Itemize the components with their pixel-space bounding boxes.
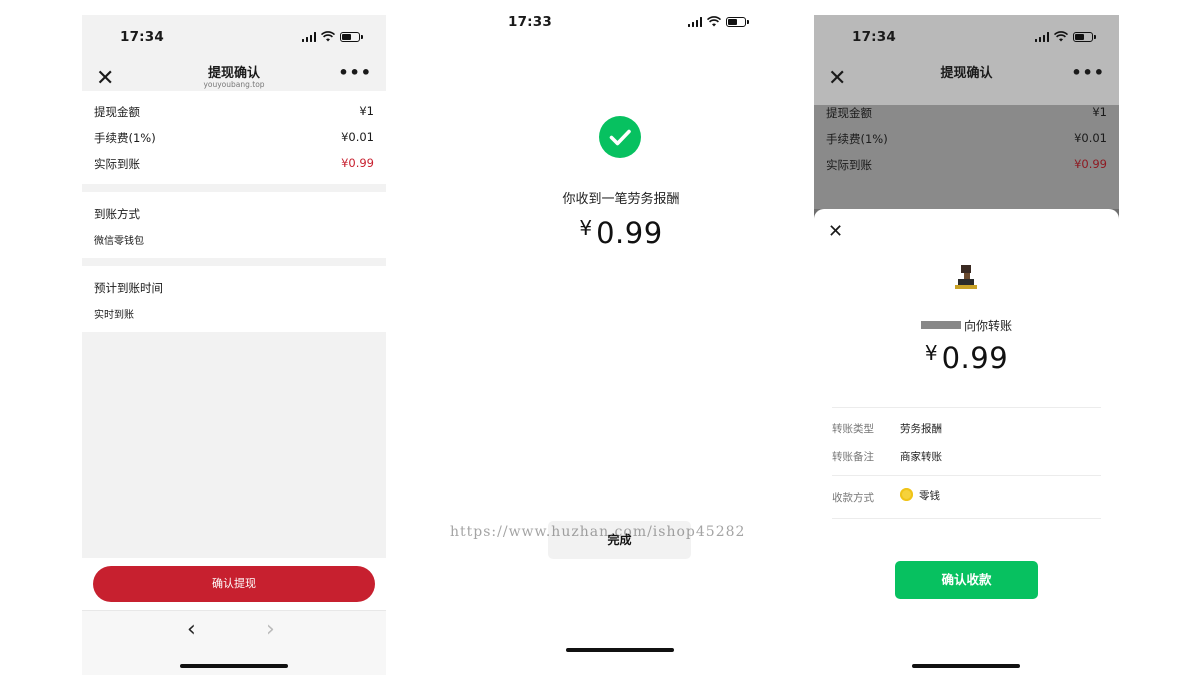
- nav-bar: ✕ 提现确认 •••: [814, 59, 1119, 105]
- amount-value: 0.99: [941, 341, 1009, 375]
- confirm-receive-button[interactable]: 确认收款: [895, 561, 1038, 599]
- divider: [832, 407, 1101, 408]
- currency-symbol: ¥: [579, 216, 593, 240]
- summary-label: 提现金额: [94, 105, 140, 119]
- summary-value: ¥1: [1092, 105, 1107, 119]
- transfer-from-text: 向你转账: [814, 317, 1119, 334]
- more-options-icon: •••: [1071, 63, 1105, 82]
- confirm-withdraw-button[interactable]: 确认提现: [93, 566, 375, 602]
- battery-icon: [726, 16, 749, 27]
- status-bar: 17:34: [82, 15, 386, 59]
- home-indicator: [912, 664, 1020, 668]
- summary-value: ¥0.99: [1074, 157, 1107, 171]
- amount-display: ¥0.99: [814, 341, 1119, 375]
- success-check-icon: [599, 116, 641, 158]
- wifi-icon: [707, 16, 721, 27]
- watermark-url: https://www.huzhan.com/ishop45282: [450, 524, 746, 540]
- detail-label: 收款方式: [832, 492, 874, 504]
- section-value: 微信零钱包: [94, 236, 144, 247]
- success-message: 你收到一笔劳务报酬: [562, 192, 680, 207]
- receive-transfer-sheet: ✕ 向你转账 ¥0.99 转账类型 劳务报酬 转账备注 商家转账 收款方式 零钱…: [814, 209, 1119, 675]
- withdraw-confirm-screen: 17:34 ✕ 提现确认 youyoubang.top ••• 提现金额 ¥1 …: [82, 15, 386, 675]
- summary-label: 提现金额: [826, 106, 872, 120]
- summary-label: 实际到账: [826, 158, 872, 172]
- summary-label: 手续费(1%): [826, 132, 888, 146]
- summary-label: 实际到账: [94, 157, 140, 171]
- detail-value: 零钱: [900, 488, 940, 503]
- avatar: [955, 265, 977, 289]
- amount-value: 0.99: [596, 216, 663, 250]
- redacted-sender-name: [920, 321, 961, 329]
- status-icons: [687, 16, 749, 27]
- summary-label: 手续费(1%): [94, 131, 156, 145]
- currency-symbol: ¥: [924, 341, 938, 365]
- cellular-signal-icon: [1034, 31, 1049, 42]
- summary-row: 手续费(1%) ¥0.01: [94, 130, 374, 150]
- section-title: 预计到账时间: [94, 281, 163, 295]
- detail-value: 劳务报酬: [900, 423, 942, 435]
- battery-icon: [340, 31, 363, 42]
- wifi-icon: [321, 31, 335, 42]
- summary-value: ¥1: [359, 104, 374, 118]
- battery-icon: [1073, 31, 1096, 42]
- arrival-time-card: 预计到账时间 实时到账: [82, 266, 386, 332]
- payment-success-screen: 17:33 你收到一笔劳务报酬 ¥0.99 完成: [470, 0, 772, 675]
- cellular-signal-icon: [301, 31, 316, 42]
- status-icons: [301, 31, 363, 42]
- dimmed-summary-card: 提现金额 ¥1 手续费(1%) ¥0.01 实际到账 ¥0.99: [814, 105, 1119, 209]
- status-bar: 17:33: [470, 0, 772, 44]
- coin-icon: [900, 488, 913, 501]
- wifi-icon: [1054, 31, 1068, 42]
- home-indicator: [180, 664, 288, 668]
- home-indicator: [566, 648, 674, 652]
- status-bar: 17:34: [814, 15, 1119, 59]
- more-options-icon[interactable]: •••: [338, 63, 372, 82]
- summary-row: 提现金额 ¥1: [826, 105, 1107, 125]
- section-value: 实时到账: [94, 310, 134, 321]
- status-time: 17:34: [120, 29, 164, 45]
- summary-row: 提现金额 ¥1: [94, 104, 374, 124]
- summary-row: 手续费(1%) ¥0.01: [826, 131, 1107, 151]
- amount-summary-card: 提现金额 ¥1 手续费(1%) ¥0.01 实际到账 ¥0.99: [82, 91, 386, 184]
- transfer-receive-screen: 17:34 ✕ 提现确认 ••• 提现金额 ¥1 手续费(1%) ¥0.01 实…: [814, 15, 1119, 675]
- amount-display: ¥0.99: [470, 216, 772, 250]
- status-time: 17:33: [508, 14, 552, 30]
- detail-label: 转账类型: [832, 423, 874, 435]
- detail-value: 商家转账: [900, 451, 942, 463]
- close-icon[interactable]: ✕: [828, 223, 843, 241]
- summary-row: 实际到账 ¥0.99: [94, 156, 374, 176]
- receive-method-value: 零钱: [919, 490, 940, 502]
- status-icons: [1034, 31, 1096, 42]
- transfer-to-you-label: 向你转账: [963, 319, 1012, 333]
- status-time: 17:34: [852, 29, 896, 45]
- section-title: 到账方式: [94, 207, 140, 221]
- payout-method-card: 到账方式 微信零钱包: [82, 192, 386, 258]
- detail-label: 转账备注: [832, 451, 874, 463]
- forward-arrow-icon[interactable]: ›: [266, 617, 275, 642]
- divider: [832, 475, 1101, 476]
- back-arrow-icon[interactable]: ‹: [187, 617, 196, 642]
- divider: [832, 518, 1101, 519]
- summary-value: ¥0.01: [341, 130, 374, 144]
- summary-row: 实际到账 ¥0.99: [826, 157, 1107, 177]
- cellular-signal-icon: [687, 16, 702, 27]
- summary-value: ¥0.99: [341, 156, 374, 170]
- summary-value: ¥0.01: [1074, 131, 1107, 145]
